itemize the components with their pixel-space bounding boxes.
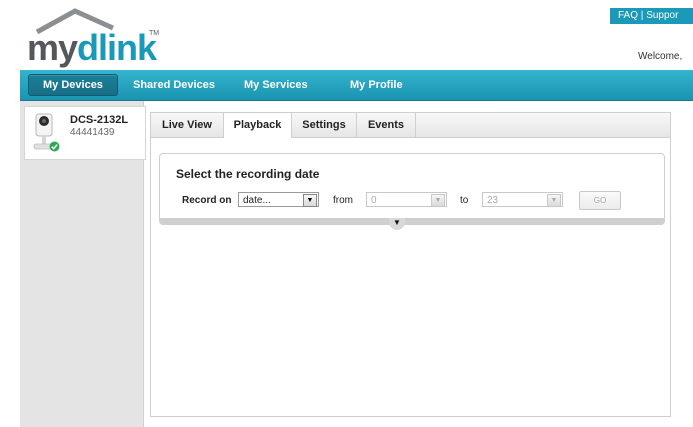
device-name: DCS-2132L (70, 114, 129, 126)
check-circle-icon (49, 141, 60, 152)
to-hour-value: 23 (487, 195, 499, 206)
nav-my-profile[interactable]: My Profile (350, 70, 403, 100)
trademark: TM (149, 30, 160, 37)
support-link[interactable]: Suppor (646, 10, 678, 21)
date-select[interactable]: date... ▼ (238, 192, 319, 207)
to-label: to (460, 195, 469, 206)
device-panel: Live View Playback Settings Events Selec… (150, 112, 671, 417)
chevron-down-icon: ▼ (547, 194, 561, 207)
help-links: FAQ | Suppor (610, 8, 693, 24)
nav-shared-devices[interactable]: Shared Devices (133, 70, 215, 100)
link-separator: | (640, 10, 644, 21)
tab-settings[interactable]: Settings (292, 113, 357, 137)
record-on-label: Record on (182, 195, 232, 206)
welcome-text: Welcome, (638, 51, 683, 62)
chevron-down-icon: ▼ (303, 194, 317, 207)
panel-divider (160, 218, 664, 224)
main-nav: My Devices Shared Devices My Services My… (20, 70, 693, 101)
from-hour-value: 0 (371, 195, 377, 206)
tab-bar: Live View Playback Settings Events (151, 113, 670, 138)
tab-events[interactable]: Events (357, 113, 416, 137)
faq-link[interactable]: FAQ (618, 10, 638, 21)
collapse-toggle-icon[interactable]: ▼ (389, 218, 405, 230)
go-button[interactable]: GO (579, 191, 621, 210)
to-hour-select[interactable]: 23 ▼ (482, 192, 563, 207)
device-id: 44441439 (70, 127, 115, 138)
from-hour-select[interactable]: 0 ▼ (366, 192, 447, 207)
device-list-panel: DCS-2132L 44441439 (20, 101, 146, 427)
tab-playback[interactable]: Playback (224, 113, 292, 138)
date-select-value: date... (243, 195, 271, 206)
tab-live-view[interactable]: Live View (151, 113, 224, 137)
nav-my-services[interactable]: My Services (244, 70, 308, 100)
recording-date-panel: Select the recording date Record on date… (159, 153, 665, 225)
header: mydlink TM FAQ | Suppor Welcome, (0, 0, 693, 70)
device-list-item[interactable]: DCS-2132L 44441439 (24, 106, 146, 160)
chevron-down-icon: ▼ (431, 194, 445, 207)
recording-title: Select the recording date (176, 167, 320, 181)
logo-text: mydlink (27, 27, 157, 68)
nav-my-devices[interactable]: My Devices (28, 74, 118, 96)
from-label: from (333, 195, 353, 206)
mydlink-logo[interactable]: mydlink TM (27, 8, 162, 68)
